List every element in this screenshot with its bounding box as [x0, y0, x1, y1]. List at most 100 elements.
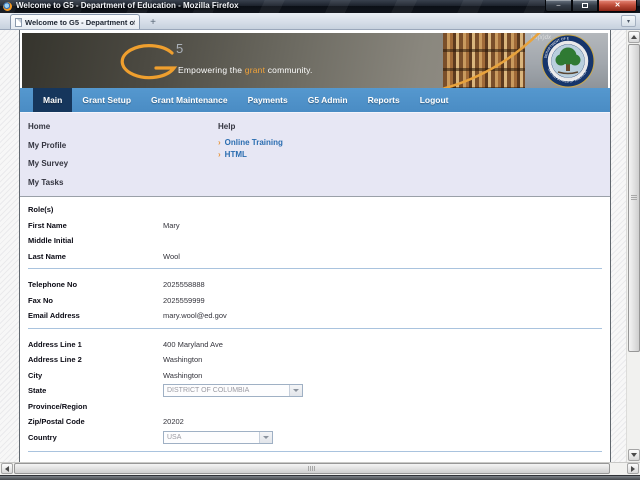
help-link-arrow-icon: › — [218, 138, 221, 147]
g5-page: ∫M(x)dx 5 Empowering the grant community… — [19, 30, 611, 462]
submenu-item-my-profile[interactable]: My Profile — [28, 141, 68, 150]
help-link-arrow-icon: › — [218, 150, 221, 159]
form-value-address-line-2: Washington — [163, 355, 202, 364]
state-select[interactable]: DISTRICT OF COLUMBIA — [163, 384, 303, 397]
form-label-address-line-1: Address Line 1 — [28, 340, 163, 349]
scroll-right-icon — [631, 466, 638, 472]
firefox-window: Welcome to G5 - Department of Education … — [0, 0, 640, 480]
vertical-scrollbar[interactable] — [626, 30, 640, 462]
section-divider — [28, 268, 602, 269]
profile-form: Role(s) First NameMary Middle Initial Last … — [20, 196, 610, 462]
nav-item-logout[interactable]: Logout — [410, 88, 459, 112]
nav-item-payments[interactable]: Payments — [238, 88, 298, 112]
nav-item-main[interactable]: Main — [33, 88, 72, 112]
maximize-button[interactable] — [572, 0, 598, 12]
nav-item-grant-setup[interactable]: Grant Setup — [72, 88, 141, 112]
horizontal-scrollbar[interactable] — [0, 462, 640, 475]
tab-bar: Welcome to G5 - Department of Edu... + ▾ — [0, 13, 640, 30]
help-link-row: › HTML — [218, 150, 283, 159]
list-all-tabs-button[interactable]: ▾ — [621, 15, 636, 27]
nav-item-reports[interactable]: Reports — [358, 88, 410, 112]
form-value-email-address: mary.wool@ed.gov — [163, 311, 227, 320]
form-row-role-s: Role(s) — [20, 202, 610, 218]
form-row-last-name: Last NameWool — [20, 249, 610, 265]
window-controls: – ✕ — [545, 0, 637, 12]
form-label-first-name: First Name — [28, 221, 163, 230]
banner-tagline: Empowering the grant community. — [178, 65, 313, 75]
tab-list-icon: ▾ — [627, 18, 630, 25]
form-label-middle-initial: Middle Initial — [28, 236, 163, 245]
form-row-telephone-no: Telephone No2025558888 — [20, 277, 610, 293]
scroll-left-button[interactable] — [1, 463, 13, 474]
scrollbar-grip-icon — [631, 195, 637, 200]
dropdown-arrow-icon — [259, 432, 272, 443]
new-tab-button[interactable]: + — [144, 16, 162, 28]
help-link-row: › Online Training — [218, 138, 283, 147]
form-row-middle-initial: Middle Initial — [20, 233, 610, 249]
scroll-left-icon — [2, 466, 9, 472]
minimize-icon: – — [557, 2, 561, 9]
browser-viewport: ∫M(x)dx 5 Empowering the grant community… — [0, 30, 640, 462]
form-label-state: State — [28, 386, 163, 395]
form-label-role-s: Role(s) — [28, 205, 163, 214]
form-row-address-line-2: Address Line 2Washington — [20, 352, 610, 368]
form-value-last-name: Wool — [163, 252, 180, 261]
form-label-email-address: Email Address — [28, 311, 163, 320]
form-row-city: CityWashington — [20, 368, 610, 384]
form-label-zip-postal-code: Zip/Postal Code — [28, 417, 163, 426]
horizontal-scrollbar-thumb[interactable] — [14, 463, 610, 474]
submenu-item-my-survey[interactable]: My Survey — [28, 159, 68, 168]
form-label-fax-no: Fax No — [28, 296, 163, 305]
page-icon — [15, 18, 22, 27]
scroll-right-button[interactable] — [627, 463, 639, 474]
form-row-fax-no: Fax No2025559999 — [20, 293, 610, 309]
tab-label: Welcome to G5 - Department of Edu... — [25, 18, 135, 27]
form-label-last-name: Last Name — [28, 252, 163, 261]
form-row-email-address: Email Addressmary.wool@ed.gov — [20, 308, 610, 324]
form-label-address-line-2: Address Line 2 — [28, 355, 163, 364]
department-of-education-seal: DEPARTMENT OF EDUCATION UNITED STATES OF… — [541, 34, 595, 88]
form-label-telephone-no: Telephone No — [28, 280, 163, 289]
form-value-zip-postal-code: 20202 — [163, 417, 184, 426]
form-row-first-name: First NameMary — [20, 218, 610, 234]
help-column: Help › Online Training › HTML — [218, 122, 283, 162]
submenu-item-my-tasks[interactable]: My Tasks — [28, 178, 68, 187]
scroll-up-button[interactable] — [628, 31, 640, 43]
g5-banner: ∫M(x)dx 5 Empowering the grant community… — [22, 33, 608, 88]
scroll-down-icon — [631, 453, 637, 460]
state-select-value: DISTRICT OF COLUMBIA — [164, 387, 289, 394]
nav-item-grant-maintenance[interactable]: Grant Maintenance — [141, 88, 238, 112]
close-button[interactable]: ✕ — [598, 0, 637, 12]
submenu-item-home[interactable]: Home — [28, 122, 68, 131]
title-bar: Welcome to G5 - Department of Education … — [0, 0, 640, 13]
scroll-down-button[interactable] — [628, 449, 640, 461]
form-value-city: Washington — [163, 371, 202, 380]
submenu-panel: Home My Profile My Survey My Tasks Help › On… — [20, 112, 610, 196]
main-nav: MainGrant SetupGrant MaintenancePayments… — [20, 88, 610, 112]
help-link-online-training[interactable]: Online Training — [225, 138, 283, 147]
nav-item-g5-admin[interactable]: G5 Admin — [298, 88, 358, 112]
close-icon: ✕ — [615, 2, 621, 9]
tab-welcome-to-g5[interactable]: Welcome to G5 - Department of Edu... — [10, 14, 140, 29]
vertical-scrollbar-thumb[interactable] — [628, 44, 640, 352]
section-divider — [28, 328, 602, 329]
help-link-html[interactable]: HTML — [225, 150, 247, 159]
country-select-value: USA — [164, 434, 259, 441]
form-row-address-line-1: Address Line 1400 Maryland Ave — [20, 337, 610, 353]
window-title: Welcome to G5 - Department of Education … — [16, 1, 239, 10]
form-value-telephone-no: 2025558888 — [163, 280, 205, 289]
help-heading: Help — [218, 122, 283, 131]
form-row-country: CountryUSA — [20, 430, 610, 446]
form-value-fax-no: 2025559999 — [163, 296, 205, 305]
form-label-city: City — [28, 371, 163, 380]
section-divider — [28, 451, 602, 452]
country-select[interactable]: USA — [163, 431, 273, 444]
window-bottom-frame — [0, 475, 640, 480]
help-links: › Online Training › HTML — [218, 138, 283, 159]
new-tab-icon: + — [150, 17, 156, 28]
firefox-icon[interactable] — [3, 2, 12, 11]
form-value-address-line-1: 400 Maryland Ave — [163, 340, 223, 349]
logo-5: 5 — [176, 41, 183, 56]
minimize-button[interactable]: – — [545, 0, 572, 12]
form-row-state: StateDISTRICT OF COLUMBIA — [20, 383, 610, 399]
